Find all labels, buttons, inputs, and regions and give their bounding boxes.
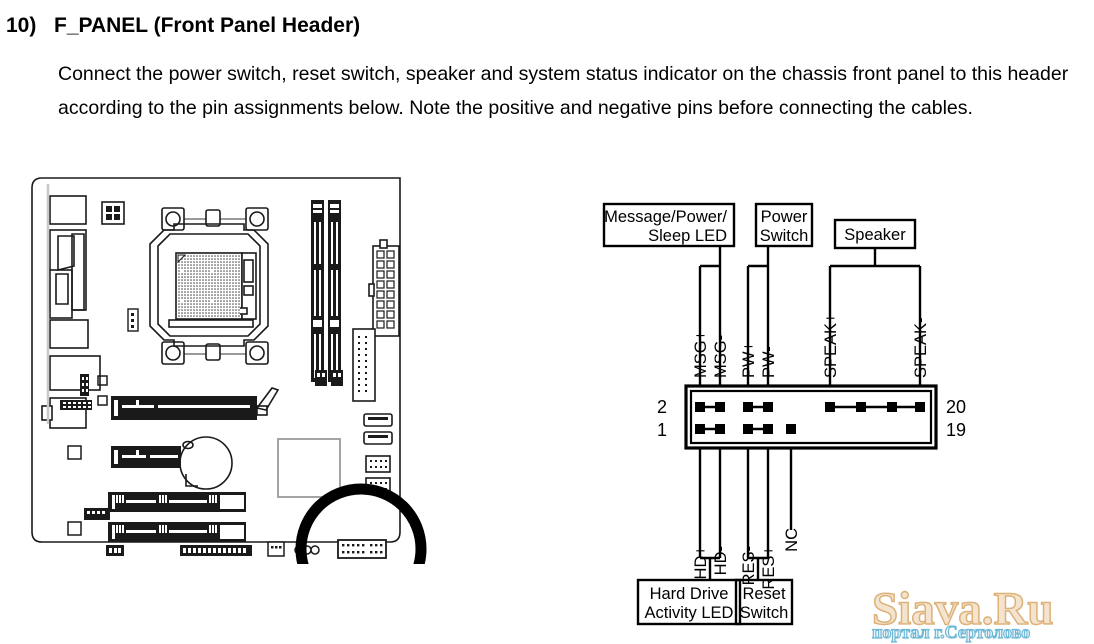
page-root: 10) F_PANEL (Front Panel Header) Connect … bbox=[0, 0, 1094, 644]
pin-label-res-plus: RES+ bbox=[760, 546, 778, 590]
pin-label-hd-plus: HD+ bbox=[692, 546, 710, 579]
pin-label-msg-minus: MSG- bbox=[712, 335, 730, 378]
pin-label-res-minus: RES- bbox=[740, 546, 758, 585]
box-msg-led-line-1: Message/Power/ bbox=[604, 208, 727, 226]
pin-label-msg-plus: MSG+ bbox=[692, 331, 710, 378]
pin-label-pw-minus: PW- bbox=[760, 346, 778, 378]
section-body-text: Connect the power switch, reset switch, … bbox=[58, 63, 1069, 119]
pin-number-bottom-right: 19 bbox=[946, 420, 966, 440]
pin-label-hd-minus: HD- bbox=[712, 546, 730, 575]
pin-label-speak-plus: SPEAK+ bbox=[822, 313, 840, 378]
box-msg-led-line-2: Sleep LED bbox=[648, 227, 727, 245]
section-title: F_PANEL (Front Panel Header) bbox=[54, 14, 361, 37]
motherboard-illustration bbox=[28, 174, 428, 564]
pin-label-pw-plus: PW+ bbox=[740, 342, 758, 378]
box-reset-switch-line-2: Switch bbox=[740, 604, 789, 622]
box-power-switch-line-2: Switch bbox=[760, 227, 809, 245]
pin-label-speak-minus: SPEAK- bbox=[912, 317, 930, 378]
page-title: 10) F_PANEL (Front Panel Header) bbox=[6, 14, 706, 38]
box-hdd-led-line-2: Activity LED bbox=[645, 604, 734, 622]
box-power-switch-line-1: Power bbox=[761, 208, 808, 226]
section-number: 10) bbox=[6, 14, 37, 37]
box-speaker-line-1: Speaker bbox=[844, 226, 906, 244]
pinout-diagram: Message/Power/ Sleep LED Power Switch Sp… bbox=[590, 190, 1090, 640]
pin-label-nc: NC bbox=[783, 528, 801, 552]
box-hdd-led-line-1: Hard Drive bbox=[650, 585, 729, 603]
pin-number-top-left: 2 bbox=[657, 397, 667, 417]
pin-number-top-right: 20 bbox=[946, 397, 966, 417]
pin-number-bottom-left: 1 bbox=[657, 420, 667, 440]
